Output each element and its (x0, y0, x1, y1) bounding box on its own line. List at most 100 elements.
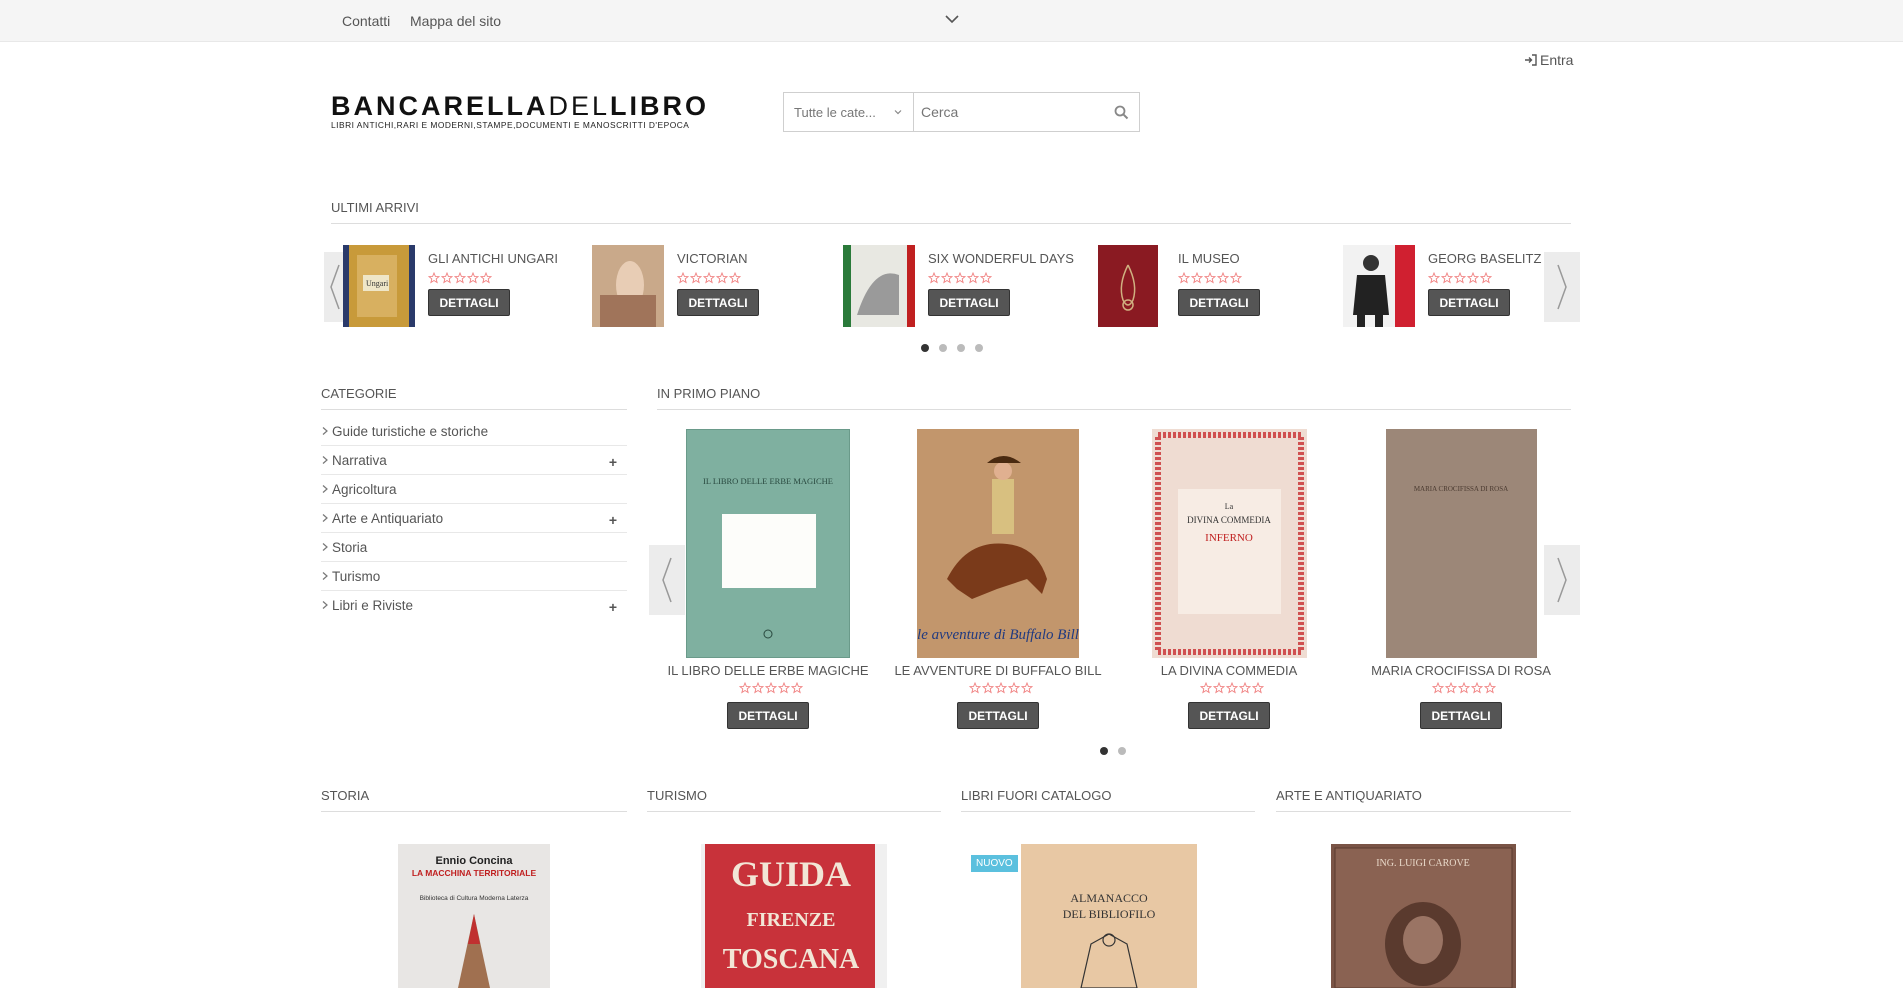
expand-plus-icon[interactable]: + (609, 512, 617, 528)
book-cover-image[interactable]: GUIDA FIRENZE TOSCANA (701, 844, 887, 988)
featured-item-name[interactable]: MARIA CROCIFISSA DI ROSA (1351, 663, 1571, 678)
book-cover-image[interactable] (592, 245, 664, 327)
dettagli-button[interactable]: DETTAGLI (928, 289, 1010, 316)
dettagli-button[interactable]: DETTAGLI (727, 702, 809, 729)
logo-tagline: LIBRI ANTICHI,RARI E MODERNI,STAMPE,DOCU… (331, 120, 690, 130)
category-label: Guide turistiche e storiche (332, 423, 489, 439)
dettagli-button[interactable]: DETTAGLI (1178, 289, 1260, 316)
book-cover-image[interactable]: Ennio Concina LA MACCHINA TERRITORIALE B… (398, 844, 550, 988)
star-icon (1479, 271, 1493, 284)
category-item[interactable]: Guide turistiche e storiche (321, 417, 627, 446)
chevron-down-icon[interactable] (944, 11, 960, 27)
book-cover-image[interactable]: ALMANACCO DEL BIBLIOFILO (1021, 844, 1197, 988)
featured-item-name[interactable]: LA DIVINA COMMEDIA (1119, 663, 1339, 678)
search-button[interactable] (1103, 93, 1139, 131)
expand-plus-icon[interactable]: + (609, 454, 617, 470)
star-icon (466, 271, 480, 284)
libri-fuori-catalogo-section-title: LIBRI FUORI CATALOGO (961, 788, 1255, 812)
rating-stars (1199, 681, 1265, 694)
featured-item: MARIA CROCIFISSA DI ROSA MARIA CROCIFISS… (1351, 429, 1571, 729)
chevron-right-icon (322, 601, 328, 609)
book-cover-image[interactable] (1093, 245, 1165, 327)
category-item[interactable]: Narrativa + (321, 446, 627, 475)
book-cover-image[interactable]: Ungari (343, 245, 415, 327)
chevron-right-icon (1557, 264, 1567, 310)
cover-title: ING. LUIGI CAROVE (1376, 858, 1470, 869)
arrival-item-name[interactable]: GEORG BASELITZ (1428, 251, 1541, 266)
expand-plus-icon[interactable]: + (609, 599, 617, 615)
category-select[interactable]: Tutte le cate... (784, 93, 914, 131)
rating-stars (1427, 271, 1493, 284)
book-cover-image[interactable] (1343, 245, 1415, 327)
featured-item-name[interactable]: IL LIBRO DELLE ERBE MAGICHE (658, 663, 878, 678)
star-icon (764, 681, 778, 694)
search-input[interactable] (914, 93, 1103, 131)
cover-title: ALMANACCO (1070, 891, 1148, 905)
dettagli-button[interactable]: DETTAGLI (428, 289, 510, 316)
book-cover-image[interactable]: le avventure di Buffalo Bill (917, 429, 1079, 658)
category-item[interactable]: Storia (321, 533, 627, 562)
cover-subtitle: Biblioteca di Cultura Moderna Laterza (420, 895, 529, 902)
carousel-dot[interactable] (975, 344, 983, 352)
book-cover-image[interactable] (843, 245, 915, 327)
site-logo[interactable]: BANCARELLADELLIBRO LIBRI ANTICHI,RARI E … (331, 92, 721, 130)
star-icon (981, 681, 995, 694)
ultimi-arrivi-pagination (921, 344, 983, 352)
rating-stars (927, 271, 993, 284)
cover-subtitle: DEL BIBLIOFILO (1063, 907, 1156, 921)
star-icon (1457, 681, 1471, 694)
star-icon (979, 271, 993, 284)
star-icon (927, 271, 941, 284)
cover-title: IL LIBRO DELLE ERBE MAGICHE (703, 476, 833, 486)
mappa-del-sito-link[interactable]: Mappa del sito (410, 13, 501, 29)
carousel-dot[interactable] (939, 344, 947, 352)
star-icon (1444, 681, 1458, 694)
book-cover-image[interactable]: ING. LUIGI CAROVE (1331, 844, 1516, 988)
star-icon (728, 271, 742, 284)
book-cover-image[interactable]: MARIA CROCIFISSA DI ROSA (1385, 429, 1537, 658)
carousel-dot[interactable] (957, 344, 965, 352)
featured-item-name[interactable]: LE AVVENTURE DI BUFFALO BILL (888, 663, 1108, 678)
star-icon (440, 271, 454, 284)
dettagli-button[interactable]: DETTAGLI (1420, 702, 1502, 729)
star-icon (994, 681, 1008, 694)
carousel-dot[interactable] (1100, 747, 1108, 755)
featured-item: le avventure di Buffalo Bill LE AVVENTUR… (888, 429, 1108, 729)
book-cover-image[interactable]: IL LIBRO DELLE ERBE MAGICHE (685, 428, 851, 659)
chevron-left-icon (330, 264, 340, 310)
star-icon (1251, 681, 1265, 694)
storia-section-title: STORIA (321, 788, 627, 812)
category-label: Arte e Antiquariato (332, 510, 444, 526)
dettagli-button[interactable]: DETTAGLI (1188, 702, 1270, 729)
arrival-item-name[interactable]: SIX WONDERFUL DAYS (928, 251, 1074, 266)
star-icon (953, 271, 967, 284)
dettagli-button[interactable]: DETTAGLI (957, 702, 1039, 729)
category-item[interactable]: Agricoltura (321, 475, 627, 504)
in-primo-piano-title: IN PRIMO PIANO (657, 386, 1571, 410)
login-label: Entra (1540, 52, 1574, 68)
contatti-link[interactable]: Contatti (342, 13, 390, 29)
categorie-title: CATEGORIE (321, 386, 627, 410)
star-icon (940, 271, 954, 284)
book-cover-image[interactable]: La DIVINA COMMEDIA INFERNO (1151, 429, 1307, 658)
star-icon (1470, 681, 1484, 694)
featured-item: La DIVINA COMMEDIA INFERNO LA DIVINA COM… (1119, 429, 1339, 729)
dettagli-button[interactable]: DETTAGLI (677, 289, 759, 316)
login-link[interactable]: Entra (1524, 52, 1573, 68)
carousel-dot[interactable] (921, 344, 929, 352)
category-item[interactable]: Arte e Antiquariato + (321, 504, 627, 533)
star-icon (1466, 271, 1480, 284)
category-item[interactable]: Libri e Riviste + (321, 591, 627, 620)
arrival-item-name[interactable]: VICTORIAN (677, 251, 748, 266)
category-label: Storia (332, 539, 368, 555)
category-item[interactable]: Turismo (321, 562, 627, 591)
category-label: Agricoltura (332, 481, 397, 497)
carousel-next-button[interactable] (1544, 252, 1580, 322)
rating-stars (676, 271, 742, 284)
cover-title: GUIDA (731, 854, 851, 894)
carousel-dot[interactable] (1118, 747, 1126, 755)
chevron-right-icon (322, 485, 328, 493)
arrival-item-name[interactable]: GLI ANTICHI UNGARI (428, 251, 558, 266)
arrival-item-name[interactable]: IL MUSEO (1178, 251, 1240, 266)
dettagli-button[interactable]: DETTAGLI (1428, 289, 1510, 316)
